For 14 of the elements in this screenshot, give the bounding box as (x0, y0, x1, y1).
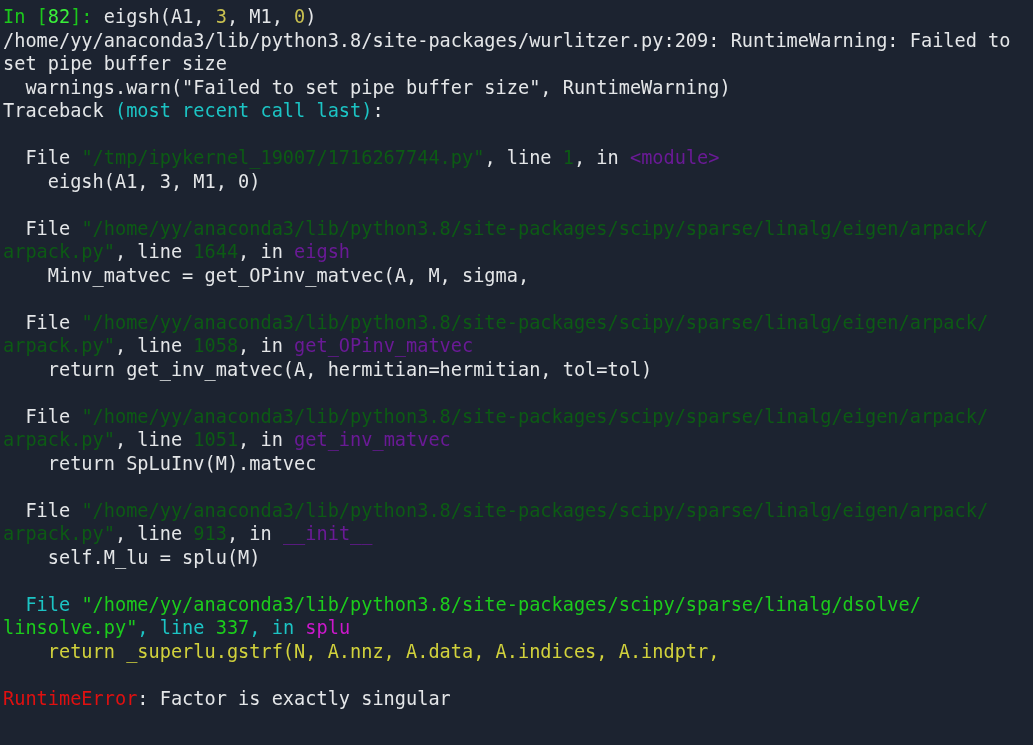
terminal-line: RuntimeError: Factor is exactly singular (3, 686, 452, 710)
terminal-line: File "/home/yy/anaconda3/lib/python3.8/site-packages/scipy/sparse/linalg/dsolve/ (24, 592, 922, 616)
terminal-line: linsolve.py", line 337, in splu (3, 616, 352, 640)
terminal-line: In [82]: eigsh(A1, 3, M1, 0) (3, 5, 318, 29)
terminal-line: return SpLuInv(M).matvec (46, 451, 318, 475)
terminal-line: Minv_matvec = get_OPinv_matvec(A, M, sigma, (46, 263, 531, 287)
terminal-line: /home/yy/anaconda3/lib/python3.8/site-packages/wurlitzer.py:209: RuntimeWarning: Failed to (3, 28, 1012, 52)
terminal-line: return get_inv_matvec(A, hermitian=hermitian, tol=tol) (46, 357, 654, 381)
terminal-line: eigsh(A1, 3, M1, 0) (46, 169, 262, 193)
terminal-line: self.M_lu = splu(M) (46, 545, 262, 569)
terminal-line: warnings.warn("Failed to set pipe buffer size", RuntimeWarning) (24, 75, 732, 99)
terminal-line: set pipe buffer size (3, 52, 228, 76)
terminal-line: Traceback (most recent call last): (3, 99, 385, 123)
terminal-line: return _superlu.gstrf(N, A.nnz, A.data, A.indices, A.indptr, (46, 639, 721, 663)
